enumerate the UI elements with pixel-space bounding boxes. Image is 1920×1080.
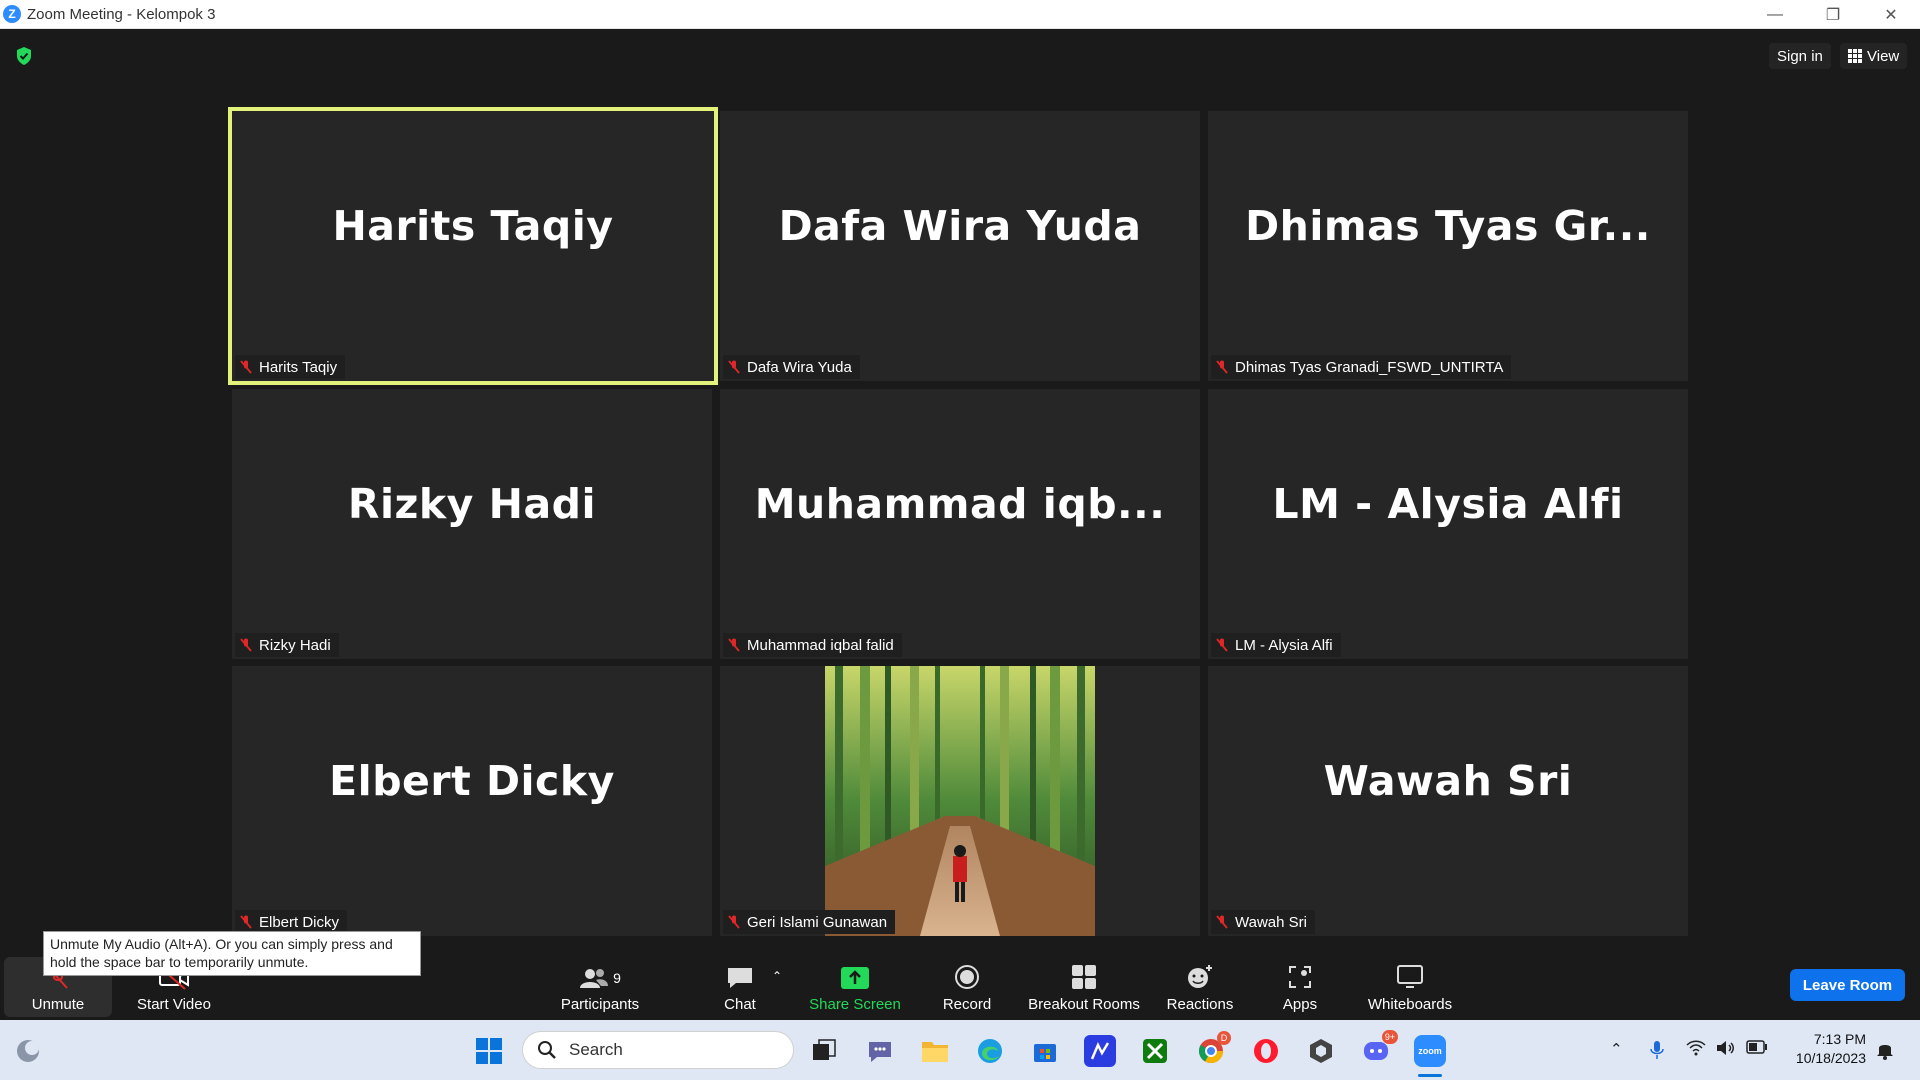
mic-muted-icon bbox=[240, 638, 252, 652]
chrome-icon[interactable]: D bbox=[1195, 1031, 1231, 1067]
share-screen-button[interactable]: Share Screen bbox=[805, 957, 905, 1017]
security-shield-icon[interactable] bbox=[15, 46, 33, 66]
restore-icon[interactable]: ❐ bbox=[1804, 0, 1862, 29]
edge-browser-icon[interactable] bbox=[974, 1035, 1006, 1067]
breakout-rooms-icon bbox=[1072, 965, 1096, 989]
participants-icon bbox=[580, 969, 609, 988]
participant-name-label: Harits Taqiy bbox=[235, 355, 346, 379]
mic-muted-icon bbox=[1216, 638, 1228, 652]
video-tile[interactable]: Wawah Sri Wawah Sri bbox=[1208, 666, 1688, 936]
show-hidden-icons-icon[interactable]: ⌃ bbox=[1610, 1040, 1623, 1058]
chat-icon bbox=[728, 968, 752, 988]
sign-in-button[interactable]: Sign in bbox=[1769, 43, 1831, 69]
participant-display-name: Dafa Wira Yuda bbox=[778, 202, 1142, 250]
video-tile[interactable]: Elbert Dicky Elbert Dicky bbox=[232, 666, 712, 936]
task-view-icon[interactable] bbox=[808, 1035, 840, 1067]
mic-muted-icon bbox=[1216, 915, 1228, 929]
participant-display-name: Wawah Sri bbox=[1323, 757, 1573, 805]
reactions-icon bbox=[1188, 965, 1212, 988]
chat-button[interactable]: Chat bbox=[710, 957, 770, 1017]
zoom-app-icon[interactable]: zoom bbox=[1414, 1035, 1446, 1067]
file-explorer-icon[interactable] bbox=[919, 1035, 951, 1067]
chevron-up-icon[interactable]: ⌃ bbox=[772, 969, 782, 983]
mic-muted-icon bbox=[728, 360, 740, 374]
unmute-tooltip: Unmute My Audio (Alt+A). Or you can simp… bbox=[43, 931, 421, 976]
pen-app-icon[interactable] bbox=[1084, 1035, 1116, 1067]
mic-muted-icon bbox=[728, 638, 740, 652]
meeting-stage: Sign in View Harits Taqiy Harits Taqiy D… bbox=[0, 29, 1920, 1020]
mic-muted-icon bbox=[240, 915, 252, 929]
video-tile[interactable]: LM - Alysia Alfi LM - Alysia Alfi bbox=[1208, 389, 1688, 659]
unity-hub-icon[interactable] bbox=[1305, 1035, 1337, 1067]
battery-icon[interactable] bbox=[1746, 1040, 1768, 1058]
search-icon bbox=[538, 1041, 556, 1059]
participant-name-label: LM - Alysia Alfi bbox=[1211, 633, 1341, 657]
weather-widget-icon[interactable] bbox=[12, 1035, 44, 1067]
participant-display-name: Muhammad iqb... bbox=[754, 480, 1166, 528]
whiteboard-icon bbox=[1397, 965, 1423, 988]
zoom-logo-icon: Z bbox=[3, 5, 21, 23]
video-tile[interactable]: Rizky Hadi Rizky Hadi bbox=[232, 389, 712, 659]
window-title: Zoom Meeting - Kelompok 3 bbox=[27, 5, 216, 23]
video-tile[interactable]: Dhimas Tyas Gr... Dhimas Tyas Granadi_FS… bbox=[1208, 111, 1688, 381]
record-icon bbox=[955, 965, 979, 989]
chrome-profile-badge: D bbox=[1217, 1031, 1231, 1045]
participant-name-label: Dafa Wira Yuda bbox=[723, 355, 860, 379]
record-button[interactable]: Record bbox=[935, 957, 999, 1017]
participant-video-feed bbox=[825, 666, 1095, 936]
volume-icon[interactable] bbox=[1716, 1040, 1736, 1060]
video-tile[interactable]: Muhammad iqb... Muhammad iqbal falid bbox=[720, 389, 1200, 659]
notification-bell-icon[interactable] bbox=[1876, 1040, 1894, 1064]
participant-name-label: Wawah Sri bbox=[1211, 910, 1315, 934]
video-tile[interactable]: Harits Taqiy Harits Taqiy bbox=[228, 107, 718, 385]
participant-name-label: Geri Islami Gunawan bbox=[723, 910, 896, 934]
mic-muted-icon bbox=[240, 360, 252, 374]
opera-icon[interactable] bbox=[1250, 1035, 1282, 1067]
taskbar-clock[interactable]: 7:13 PM 10/18/2023 bbox=[1796, 1030, 1866, 1068]
windows-taskbar: Search D 9+ zoom ⌃ 7:13 PM 10/18/2023 bbox=[0, 1020, 1920, 1080]
minimize-icon[interactable]: — bbox=[1746, 0, 1804, 29]
participants-button[interactable]: 9 Participants bbox=[555, 957, 645, 1017]
apps-button[interactable]: Apps bbox=[1270, 957, 1330, 1017]
window-titlebar: Z Zoom Meeting - Kelompok 3 — ❐ ✕ bbox=[0, 0, 1920, 29]
video-tile[interactable]: Dafa Wira Yuda Dafa Wira Yuda bbox=[720, 111, 1200, 381]
participant-name-label: Dhimas Tyas Granadi_FSWD_UNTIRTA bbox=[1211, 355, 1512, 379]
video-tile[interactable]: Geri Islami Gunawan bbox=[720, 666, 1200, 936]
mic-muted-icon bbox=[1216, 360, 1228, 374]
discord-notification-badge: 9+ bbox=[1382, 1030, 1398, 1044]
taskbar-search[interactable]: Search bbox=[522, 1031, 794, 1069]
windows-start-icon[interactable] bbox=[473, 1035, 505, 1067]
apps-icon bbox=[1289, 966, 1311, 988]
xbox-icon[interactable] bbox=[1139, 1035, 1171, 1067]
mic-muted-icon bbox=[728, 915, 740, 929]
active-app-indicator bbox=[1418, 1074, 1442, 1077]
leave-room-button[interactable]: Leave Room bbox=[1790, 969, 1905, 1001]
participant-name-label: Muhammad iqbal falid bbox=[723, 633, 902, 657]
share-screen-icon bbox=[841, 967, 869, 989]
teams-chat-icon[interactable] bbox=[864, 1035, 896, 1067]
breakout-rooms-button[interactable]: Breakout Rooms bbox=[1025, 957, 1143, 1017]
participants-count: 9 bbox=[613, 970, 621, 986]
participant-display-name: Elbert Dicky bbox=[329, 757, 615, 805]
microsoft-store-icon[interactable] bbox=[1029, 1035, 1061, 1067]
participant-display-name: Rizky Hadi bbox=[347, 480, 597, 528]
close-icon[interactable]: ✕ bbox=[1862, 0, 1920, 29]
participant-display-name: Harits Taqiy bbox=[332, 202, 614, 250]
wifi-icon[interactable] bbox=[1686, 1040, 1706, 1060]
microphone-tray-icon[interactable] bbox=[1650, 1040, 1664, 1064]
discord-icon[interactable]: 9+ bbox=[1360, 1030, 1398, 1067]
participant-name-label: Rizky Hadi bbox=[235, 633, 339, 657]
whiteboards-button[interactable]: Whiteboards bbox=[1360, 957, 1460, 1017]
participant-display-name: Dhimas Tyas Gr... bbox=[1245, 202, 1651, 250]
grid-icon bbox=[1848, 49, 1862, 63]
participant-display-name: LM - Alysia Alfi bbox=[1272, 480, 1624, 528]
reactions-button[interactable]: Reactions bbox=[1163, 957, 1237, 1017]
view-button[interactable]: View bbox=[1840, 43, 1908, 69]
